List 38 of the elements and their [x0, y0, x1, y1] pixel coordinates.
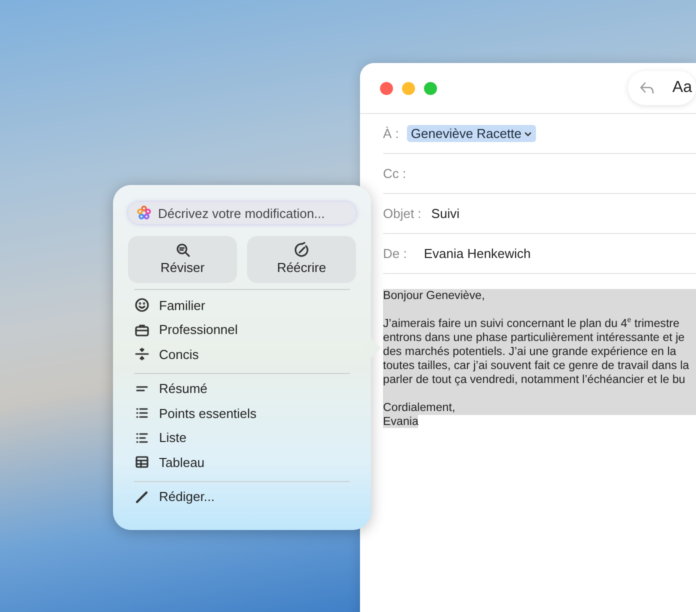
field-value[interactable]: Suivi	[431, 206, 460, 221]
field-label: Cc :	[383, 166, 406, 181]
table-icon	[134, 454, 150, 470]
prompt-field[interactable]: Décrivez votre modification...	[128, 202, 356, 224]
field-label: De :	[383, 246, 407, 261]
tool-button[interactable]: Réviser	[128, 236, 237, 283]
sparkle-flower-icon	[136, 205, 152, 221]
minimize-button[interactable]	[402, 82, 415, 94]
body-text-line: toutes tailles, car j’ai souvent fait ce genre de travail dans la	[383, 359, 690, 373]
reply-icon[interactable]	[638, 80, 656, 96]
format-button[interactable]: Aa	[672, 78, 692, 96]
compress-icon	[134, 346, 150, 362]
menu-item[interactable]: Rédiger...	[134, 484, 356, 509]
briefcase-icon	[134, 322, 150, 338]
field-value[interactable]: Evania Henkewich	[424, 246, 531, 261]
menu-item[interactable]: Points essentiels	[134, 401, 356, 426]
tool-button[interactable]: Réécrire	[247, 236, 356, 283]
body-text-line: entrons dans une phase particulièrement intéressante et je	[383, 331, 686, 345]
menu-item[interactable]: Familier	[134, 293, 356, 318]
menu-item[interactable]: Résumé	[134, 376, 356, 401]
pencil-icon	[134, 488, 150, 505]
smiley-icon	[134, 297, 150, 314]
magnifier-icon	[174, 242, 190, 258]
close-button[interactable]	[380, 82, 393, 94]
field-label: Objet :	[383, 206, 422, 221]
field-label: À :	[383, 126, 399, 141]
recipient-token[interactable]: Geneviève Racette	[406, 125, 536, 142]
body-text-line: J’aimerais faire un suivi concernant le plan du 4$^{e}$ trimestre	[383, 317, 680, 331]
zoom-button[interactable]	[424, 82, 437, 94]
menu-item[interactable]: Professionnel	[134, 318, 356, 342]
body-text-line: Cordialement,	[383, 401, 456, 415]
menu-item[interactable]: Tableau	[134, 450, 356, 474]
body-text-line: Bonjour Geneviève,	[383, 289, 486, 303]
menu-item[interactable]: Concis	[134, 342, 356, 366]
body-text-line: parler de tout ça vendredi, notamment l’échéancier et le bu	[383, 373, 686, 387]
menu-item[interactable]: Liste	[134, 426, 356, 450]
body-text-line: des marchés potentiels. J’ai une grande expérience en la	[383, 345, 678, 359]
chevron-icon	[524, 130, 532, 138]
